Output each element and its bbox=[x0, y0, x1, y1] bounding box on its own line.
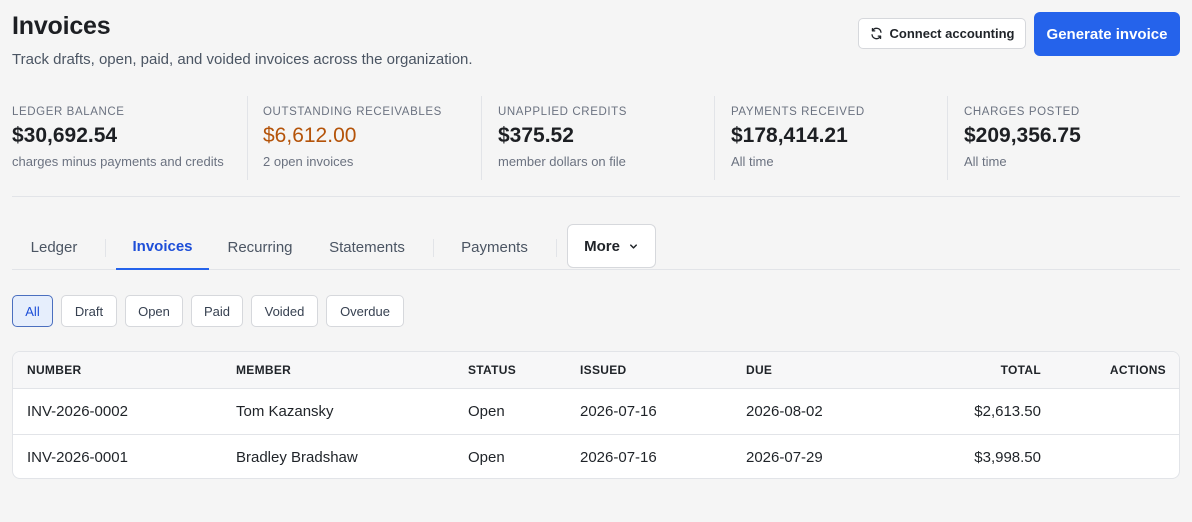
column-header-due: DUE bbox=[746, 363, 773, 377]
table-row[interactable]: INV-2026-0002 Tom Kazansky Open 2026-07-… bbox=[13, 389, 1179, 434]
invoice-status: Open bbox=[468, 449, 505, 466]
column-header-status: STATUS bbox=[468, 363, 517, 377]
stat-sub: All time bbox=[964, 154, 1007, 169]
column-header-actions: ACTIONS bbox=[1109, 363, 1166, 377]
refresh-icon bbox=[870, 27, 883, 40]
stat-sub: 2 open invoices bbox=[263, 154, 354, 169]
stat-value: $375.52 bbox=[498, 124, 574, 147]
due-date: 2026-07-29 bbox=[746, 449, 823, 466]
more-tabs-button[interactable]: More bbox=[567, 224, 656, 268]
tab-invoices[interactable]: Invoices bbox=[116, 224, 209, 270]
column-header-member: MEMBER bbox=[236, 363, 292, 377]
stat-label: CHARGES POSTED bbox=[964, 106, 1080, 118]
tab-separator bbox=[105, 239, 106, 257]
filter-all[interactable]: All bbox=[12, 295, 53, 327]
stat-sub: All time bbox=[731, 154, 774, 169]
stat-label: PAYMENTS RECEIVED bbox=[731, 106, 865, 118]
invoices-table: NUMBER MEMBER STATUS ISSUED DUE TOTAL AC… bbox=[12, 351, 1180, 479]
tab-bar: Ledger Invoices Recurring Statements Pay… bbox=[12, 224, 1180, 270]
stat-label: LEDGER BALANCE bbox=[12, 106, 125, 118]
stat-outstanding-receivables: OUTSTANDING RECEIVABLES $6,612.00 2 open… bbox=[247, 96, 481, 180]
chevron-down-icon bbox=[628, 241, 639, 252]
filter-open[interactable]: Open bbox=[125, 295, 183, 327]
member-name: Tom Kazansky bbox=[236, 403, 334, 420]
tab-payments[interactable]: Payments bbox=[452, 224, 537, 270]
filter-voided[interactable]: Voided bbox=[251, 295, 318, 327]
connect-accounting-label: Connect accounting bbox=[889, 26, 1015, 41]
column-header-issued: ISSUED bbox=[580, 363, 627, 377]
generate-invoice-button[interactable]: Generate invoice bbox=[1034, 12, 1180, 56]
stat-value: $209,356.75 bbox=[964, 124, 1081, 147]
invoice-number[interactable]: INV-2026-0001 bbox=[27, 449, 128, 466]
stat-charges-posted: CHARGES POSTED $209,356.75 All time bbox=[947, 96, 1180, 180]
more-label: More bbox=[584, 237, 620, 255]
stats-bar: LEDGER BALANCE $30,692.54 charges minus … bbox=[12, 96, 1180, 182]
stat-label: OUTSTANDING RECEIVABLES bbox=[263, 106, 442, 118]
tab-ledger[interactable]: Ledger bbox=[12, 224, 96, 270]
stat-ledger-balance: LEDGER BALANCE $30,692.54 charges minus … bbox=[12, 96, 247, 180]
tab-separator bbox=[433, 239, 434, 257]
page-title: Invoices bbox=[12, 12, 111, 40]
issued-date: 2026-07-16 bbox=[580, 403, 657, 420]
stat-value: $6,612.00 bbox=[263, 124, 357, 147]
page-subtitle: Track drafts, open, paid, and voided inv… bbox=[12, 51, 473, 68]
stat-unapplied-credits: UNAPPLIED CREDITS $375.52 member dollars… bbox=[481, 96, 714, 180]
stat-label: UNAPPLIED CREDITS bbox=[498, 106, 628, 118]
stat-sub: member dollars on file bbox=[498, 154, 626, 169]
tab-separator bbox=[556, 239, 557, 257]
column-header-total: TOTAL bbox=[1000, 363, 1041, 377]
stat-value: $30,692.54 bbox=[12, 124, 118, 147]
stat-payments-received: PAYMENTS RECEIVED $178,414.21 All time bbox=[714, 96, 947, 180]
invoice-total: $2,613.50 bbox=[974, 403, 1041, 420]
filter-paid[interactable]: Paid bbox=[191, 295, 243, 327]
section-divider bbox=[12, 196, 1180, 197]
invoice-number[interactable]: INV-2026-0002 bbox=[27, 403, 128, 420]
tab-statements[interactable]: Statements bbox=[318, 224, 416, 270]
filter-draft[interactable]: Draft bbox=[61, 295, 117, 327]
filter-overdue[interactable]: Overdue bbox=[326, 295, 404, 327]
invoice-total: $3,998.50 bbox=[974, 449, 1041, 466]
due-date: 2026-08-02 bbox=[746, 403, 823, 420]
issued-date: 2026-07-16 bbox=[580, 449, 657, 466]
table-row[interactable]: INV-2026-0001 Bradley Bradshaw Open 2026… bbox=[13, 434, 1179, 478]
table-header: NUMBER MEMBER STATUS ISSUED DUE TOTAL AC… bbox=[13, 352, 1179, 389]
invoice-status: Open bbox=[468, 403, 505, 420]
stat-value: $178,414.21 bbox=[731, 124, 848, 147]
member-name: Bradley Bradshaw bbox=[236, 449, 358, 466]
tab-recurring[interactable]: Recurring bbox=[217, 224, 303, 270]
connect-accounting-button[interactable]: Connect accounting bbox=[858, 18, 1026, 49]
column-header-number: NUMBER bbox=[27, 363, 82, 377]
stat-sub: charges minus payments and credits bbox=[12, 154, 224, 169]
